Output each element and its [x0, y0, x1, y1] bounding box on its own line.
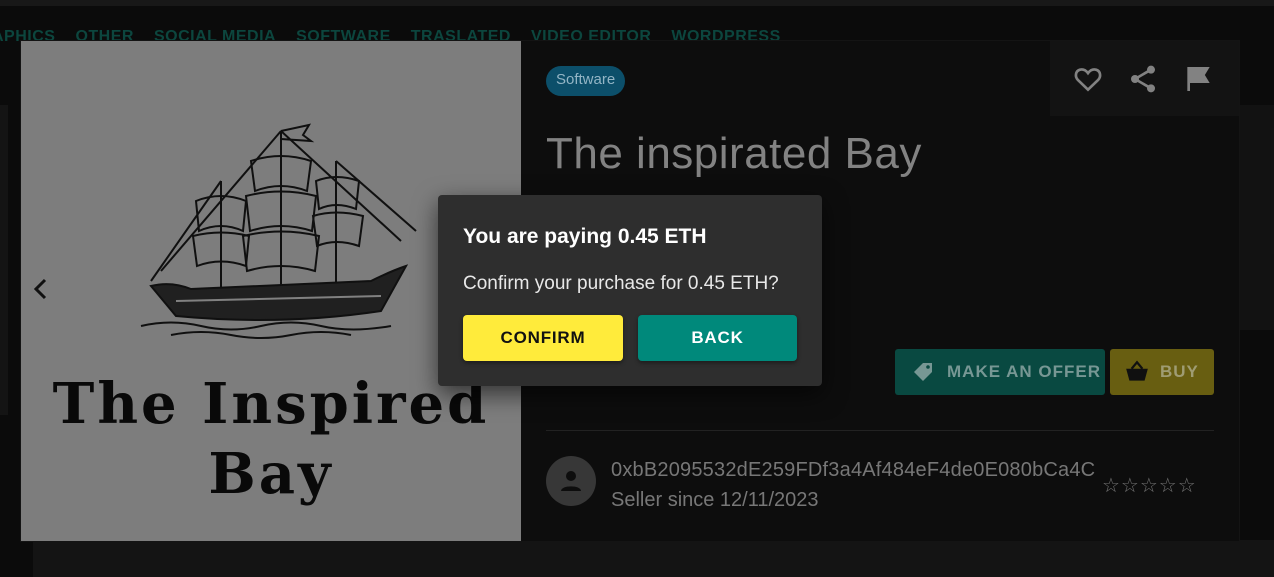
make-offer-label: MAKE AN OFFER [947, 362, 1102, 381]
confirm-dialog: You are paying 0.45 ETH Confirm your pur… [438, 195, 822, 386]
dialog-message: Confirm your purchase for 0.45 ETH? [463, 273, 779, 294]
product-title: The inspirated Bay [546, 129, 922, 178]
divider [546, 430, 1214, 431]
product-actions [1050, 41, 1239, 116]
avatar[interactable] [546, 456, 596, 506]
seller-since: Seller since 12/11/2023 [611, 489, 819, 511]
basket-icon [1126, 360, 1148, 381]
rating-stars: ☆☆☆☆☆ [1102, 475, 1197, 497]
chevron-left-icon[interactable] [29, 274, 53, 304]
background-card [33, 540, 1274, 577]
back-button[interactable]: BACK [638, 315, 797, 361]
buy-button[interactable]: BUY [1110, 349, 1214, 395]
share-icon[interactable] [1127, 63, 1159, 95]
background-panel [0, 105, 8, 415]
flag-icon[interactable] [1182, 63, 1214, 95]
seller-address[interactable]: 0xbB2095532dE259FDf3a4Af484eF4de0E080bCa… [611, 459, 1095, 482]
heart-outline-icon[interactable] [1072, 63, 1104, 95]
category-chip[interactable]: Software [546, 66, 626, 96]
logo-text: Bay [208, 441, 334, 507]
top-app-bar [0, 0, 1274, 6]
tag-icon [914, 363, 932, 381]
make-offer-button[interactable]: MAKE AN OFFER [895, 349, 1105, 395]
buy-label: BUY [1160, 362, 1199, 381]
dialog-title: You are paying 0.45 ETH [463, 225, 707, 248]
ship-illustration [140, 123, 417, 339]
person-icon [561, 471, 581, 491]
confirm-button[interactable]: CONFIRM [463, 315, 623, 361]
